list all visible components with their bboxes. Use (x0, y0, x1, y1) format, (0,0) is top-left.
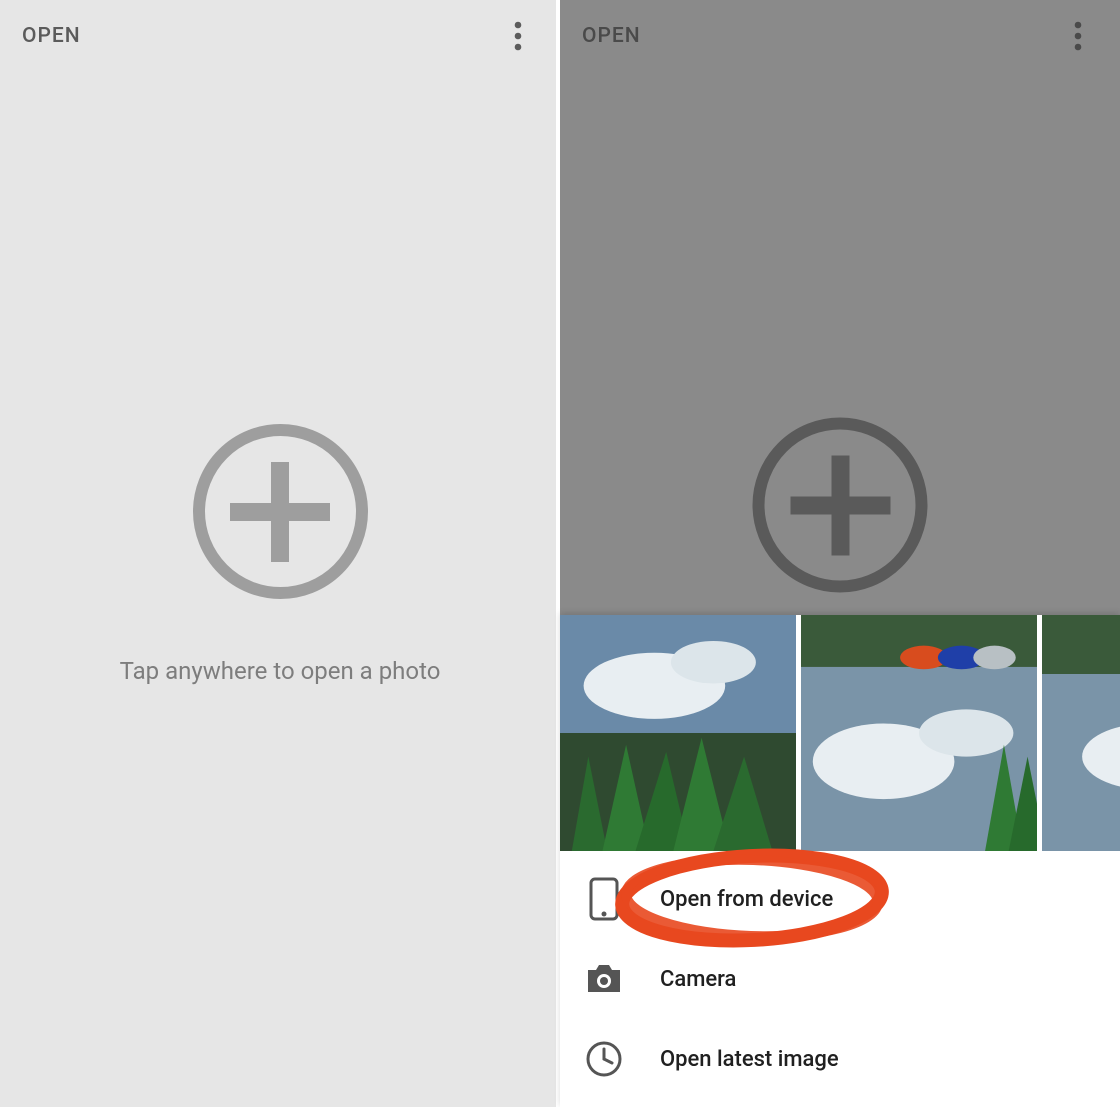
overflow-menu-button[interactable] (1058, 16, 1098, 56)
menu-item-label: Open latest image (660, 1047, 839, 1072)
picker-screen: OPEN (560, 0, 1120, 1107)
menu-item-label: Camera (660, 967, 736, 992)
photo-thumbnail-icon (560, 615, 796, 851)
add-circle-icon (193, 424, 368, 599)
header: OPEN (560, 0, 1120, 72)
empty-state-screen: OPEN Tap anywhere to open a photo (0, 0, 560, 1107)
more-vert-icon (1074, 21, 1082, 51)
header: OPEN (0, 0, 560, 72)
camera-icon (580, 955, 628, 1003)
add-circle-dimmed (753, 488, 928, 593)
open-menu: Open from device Camera (560, 851, 1120, 1107)
menu-item-label: Open from device (660, 887, 833, 912)
open-label: OPEN (22, 24, 81, 48)
recent-photo-thumbnail[interactable] (560, 615, 796, 851)
open-photo-area[interactable]: Tap anywhere to open a photo (0, 72, 560, 1107)
recent-photo-thumbnail[interactable] (1042, 615, 1120, 851)
overflow-menu-button[interactable] (498, 16, 538, 56)
photo-thumbnail-icon (801, 615, 1037, 851)
more-vert-icon (514, 21, 522, 51)
empty-hint-text: Tap anywhere to open a photo (120, 657, 441, 685)
recent-photo-thumbnail[interactable] (801, 615, 1037, 851)
photo-thumbnail-icon (1042, 615, 1120, 851)
open-latest-image-item[interactable]: Open latest image (560, 1019, 1120, 1099)
smartphone-icon (580, 875, 628, 923)
recent-thumbnails-row (560, 615, 1120, 851)
camera-item[interactable]: Camera (560, 939, 1120, 1019)
open-label: OPEN (582, 24, 641, 48)
open-bottom-sheet: Open from device Camera (560, 615, 1120, 1107)
open-from-device-item[interactable]: Open from device (560, 859, 1120, 939)
plus-icon (230, 462, 330, 562)
clock-icon (580, 1035, 628, 1083)
